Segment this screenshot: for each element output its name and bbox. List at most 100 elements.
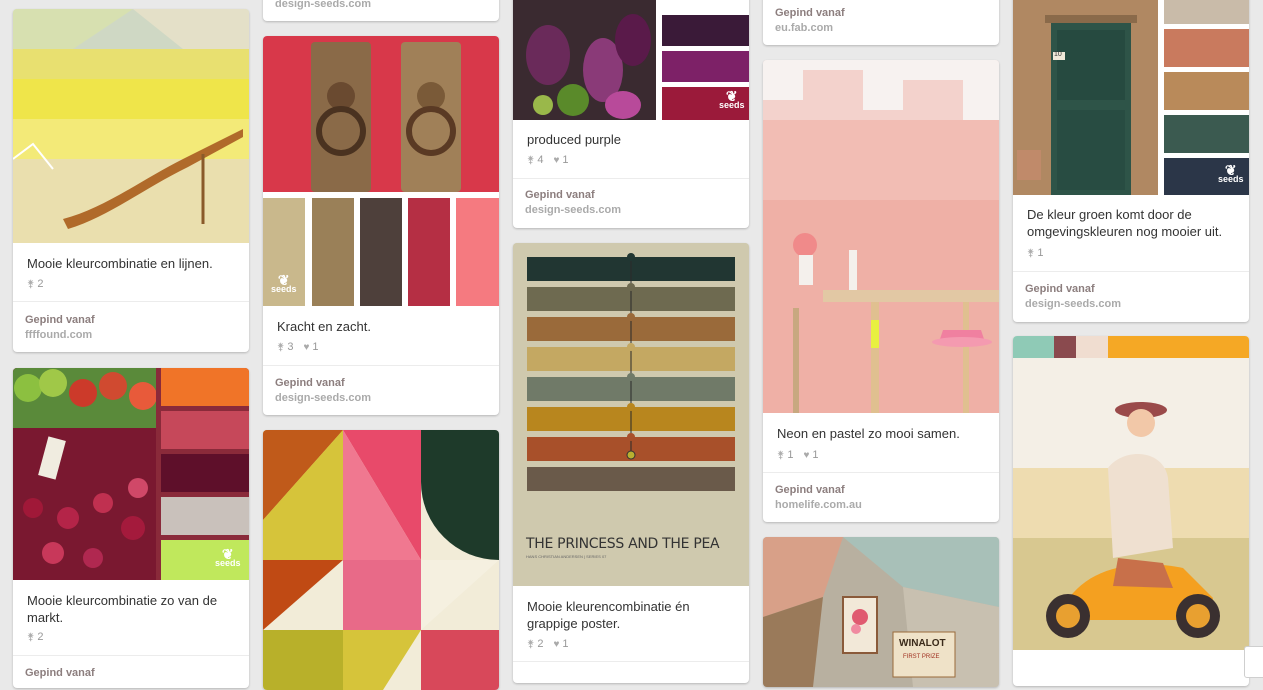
pin-description: Mooie kleurencombinatie én grappige post… <box>527 599 690 631</box>
pin-card[interactable] <box>1013 336 1249 686</box>
pin-description: Neon en pastel zo mooi samen. <box>777 426 960 441</box>
pin-image[interactable] <box>263 430 499 690</box>
pin-image[interactable]: THE PRINCESS AND THE PEA HANS CHRISTIAN … <box>513 243 749 586</box>
color-swatch <box>161 454 249 492</box>
pin-card[interactable]: THE PRINCESS AND THE PEA HANS CHRISTIAN … <box>513 243 749 683</box>
color-swatch <box>161 497 249 535</box>
seeds-leaf-icon: ❦ seeds <box>1218 162 1244 184</box>
pin-image[interactable]: WINALOT FIRST PRIZE <box>763 537 999 687</box>
repin-count: 4 <box>537 154 544 166</box>
repin-icon: ⚵ <box>27 632 35 643</box>
pin-card[interactable]: 10 ❦ seeds De kleur groen komt door de om… <box>1013 0 1249 322</box>
repin-icon: ⚵ <box>777 450 785 461</box>
pin-card[interactable] <box>263 430 499 690</box>
pin-card[interactable]: Neon en pastel zo mooi samen. ⚵ 1 ♥ 1 Gepi… <box>763 60 999 522</box>
divider <box>513 178 749 179</box>
repin-icon: ⚵ <box>27 279 35 290</box>
pin-card[interactable]: Mooie kleurcombinatie en lijnen. ⚵ 2 Gepi… <box>13 9 249 352</box>
pin-source-link[interactable]: design-seeds.com <box>275 0 371 10</box>
poster-subtitle: HANS CHRISTIAN ANDERSEN | SERIES 07 <box>526 554 607 559</box>
color-swatch <box>161 411 249 449</box>
pin-image[interactable]: ❦ seeds <box>263 36 499 306</box>
eggplants-image <box>513 0 656 120</box>
pin-source-link[interactable]: homelife.com.au <box>775 499 862 511</box>
pin-card[interactable]: design-seeds.com <box>263 0 499 21</box>
pin-card[interactable]: WINALOT FIRST PRIZE <box>763 537 999 687</box>
like-count: 1 <box>812 449 819 461</box>
repin-icon: ⚵ <box>527 155 535 166</box>
color-swatch <box>1013 336 1054 358</box>
pin-description: Mooie kleurcombinatie zo van de markt. <box>27 593 218 625</box>
pin-source-link[interactable]: ffffound.com <box>25 329 92 341</box>
divider <box>1013 271 1249 272</box>
market-fruit-image <box>13 368 157 580</box>
color-swatch <box>662 15 749 46</box>
pinned-from-label: Gepind vanaf <box>775 7 845 19</box>
color-swatch <box>1108 336 1249 358</box>
wall-collage-image <box>763 537 999 687</box>
pin-description: produced purple <box>527 132 621 147</box>
heart-icon: ♥ <box>303 342 310 353</box>
divider <box>513 661 749 662</box>
like-count: 1 <box>562 154 569 166</box>
pinned-from-label: Gepind vanaf <box>25 667 95 679</box>
pin-source-link[interactable]: design-seeds.com <box>275 392 371 404</box>
door-number: 10 <box>1054 51 1062 58</box>
like-count: 1 <box>562 638 569 650</box>
pin-image[interactable]: 10 ❦ seeds <box>1013 0 1249 195</box>
repin-count: 1 <box>1037 247 1044 259</box>
like-count: 1 <box>312 341 319 353</box>
pinned-from-label: Gepind vanaf <box>525 189 595 201</box>
pinned-from-label: Gepind vanaf <box>775 484 845 496</box>
heart-icon: ♥ <box>553 639 560 650</box>
pin-card[interactable]: ❦ seeds Mooie kleurcombinatie zo van de m… <box>13 368 249 688</box>
pin-source-link[interactable]: design-seeds.com <box>1025 298 1121 310</box>
seeds-leaf-icon: ❦ seeds <box>271 272 297 294</box>
divider <box>13 655 249 656</box>
sign-subtitle: FIRST PRIZE <box>903 654 940 660</box>
pin-card[interactable]: ❦ seeds produced purple ⚵ 4 ♥ 1 Gepind vana… <box>513 0 749 228</box>
scroll-to-top-button[interactable] <box>1244 646 1263 678</box>
repin-icon: ⚵ <box>1027 248 1035 259</box>
repin-count: 3 <box>287 341 294 353</box>
repin-count: 2 <box>37 631 44 643</box>
pin-image[interactable] <box>13 9 249 243</box>
repin-count: 2 <box>37 278 44 290</box>
repin-count: 2 <box>537 638 544 650</box>
divider <box>763 472 999 473</box>
geometric-art-image <box>263 430 499 690</box>
pin-image[interactable] <box>763 60 999 413</box>
pin-description: Kracht en zacht. <box>277 319 371 334</box>
pin-source-link[interactable]: eu.fab.com <box>775 22 833 34</box>
color-swatch <box>161 368 249 406</box>
pin-description: Mooie kleurcombinatie en lijnen. <box>27 256 213 271</box>
repin-icon: ⚵ <box>277 342 285 353</box>
seeds-leaf-icon: ❦ seeds <box>215 546 241 568</box>
pin-card[interactable]: Gepind vanaf eu.fab.com <box>763 0 999 45</box>
poster-title: THE PRINCESS AND THE PEA <box>526 536 720 552</box>
poster-image <box>513 243 749 586</box>
pin-stats: ⚵ 4 ♥ 1 <box>527 154 569 166</box>
vespa-girl-image <box>1013 358 1249 650</box>
color-swatch <box>1076 336 1108 358</box>
color-swatch <box>662 51 749 82</box>
pin-stats: ⚵ 2 <box>27 278 43 290</box>
heart-icon: ♥ <box>553 155 560 166</box>
divider <box>13 301 249 302</box>
pinned-from-label: Gepind vanaf <box>25 314 95 326</box>
pin-image[interactable]: ❦ seeds <box>513 0 749 120</box>
color-swatch <box>312 198 354 306</box>
color-swatch <box>1164 29 1249 67</box>
repin-count: 1 <box>787 449 794 461</box>
pin-image[interactable] <box>1013 336 1249 650</box>
heart-icon: ♥ <box>803 450 810 461</box>
pin-stats: ⚵ 1 ♥ 1 <box>777 449 819 461</box>
color-swatch <box>408 198 450 306</box>
pin-card[interactable]: ❦ seeds Kracht en zacht. ⚵ 3 ♥ 1 Gepind van… <box>263 36 499 415</box>
pin-source-link[interactable]: design-seeds.com <box>525 204 621 216</box>
pin-stats: ⚵ 1 <box>1027 247 1043 259</box>
divider <box>263 365 499 366</box>
pink-room-image <box>763 60 999 413</box>
seeds-leaf-icon: ❦ seeds <box>719 88 745 110</box>
pin-image[interactable]: ❦ seeds <box>13 368 249 580</box>
